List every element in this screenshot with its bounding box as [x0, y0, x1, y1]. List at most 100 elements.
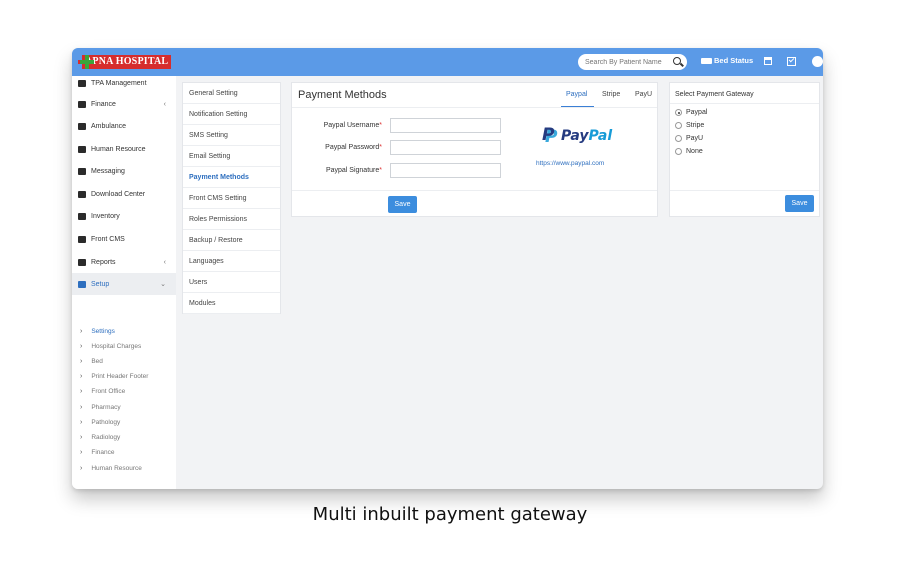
radio[interactable] — [675, 148, 682, 155]
sidebar-item-tpa-management[interactable]: TPA Management — [72, 72, 176, 94]
submenu-item-finance[interactable]: › Finance — [72, 445, 176, 460]
submenu-item-print-header-footer[interactable]: › Print Header Footer — [72, 369, 176, 384]
sidebar-item-setup[interactable]: Setup ⌄ — [72, 273, 176, 295]
tab-payu[interactable]: PayU — [635, 91, 652, 98]
bed-status-label: Bed Status — [714, 56, 754, 65]
submenu-item-label: Print Header Footer — [91, 373, 149, 380]
sidebar-item-label: Human Resource — [91, 145, 146, 153]
sidebar-item-ambulance[interactable]: Ambulance — [72, 115, 176, 137]
settings-menu-item[interactable]: Users — [183, 272, 280, 293]
submenu-item-hospital-charges[interactable]: › Hospital Charges — [72, 339, 176, 354]
settings-menu-item-active[interactable]: Payment Methods — [183, 167, 280, 188]
sidebar-item-label: TPA Management — [91, 79, 147, 87]
settings-menu-item[interactable]: Notification Setting — [183, 104, 280, 125]
divider — [292, 107, 657, 108]
calendar-icon[interactable] — [764, 57, 772, 65]
save-gateway-button[interactable]: Save — [785, 195, 814, 212]
chevron-left-icon: ‹ — [163, 100, 166, 108]
submenu-item-human-resource[interactable]: › Human Resource — [72, 461, 176, 476]
sidebar-item-messaging[interactable]: Messaging — [72, 160, 176, 182]
gateway-option-paypal[interactable]: Paypal — [675, 109, 707, 116]
user-avatar[interactable] — [812, 56, 823, 67]
submenu-item-pathology[interactable]: › Pathology — [72, 415, 176, 430]
sidebar-item-reports[interactable]: Reports ‹ — [72, 251, 176, 273]
settings-menu-item[interactable]: Roles Permissions — [183, 209, 280, 230]
submenu-item-front-office[interactable]: › Front Office — [72, 384, 176, 399]
sidebar-item-front-cms[interactable]: Front CMS — [72, 228, 176, 250]
radio[interactable] — [675, 122, 682, 129]
sidebar-item-inventory[interactable]: Inventory — [72, 205, 176, 227]
chevron-right-icon: › — [80, 388, 83, 395]
panel-title: Payment Methods — [298, 89, 387, 101]
gateway-option-payu[interactable]: PayU — [675, 135, 703, 142]
line-chart-icon — [78, 258, 86, 266]
settings-menu-item[interactable]: Backup / Restore — [183, 230, 280, 251]
settings-menu-item[interactable]: Front CMS Setting — [183, 188, 280, 209]
submenu-item-label: Finance — [91, 449, 115, 456]
logo-text: APNA HOSPITAL — [82, 55, 172, 69]
sidebar-item-label: Inventory — [91, 212, 120, 220]
bed-status-button[interactable]: Bed Status — [701, 56, 753, 65]
sidebar-item-download-center[interactable]: Download Center — [72, 183, 176, 205]
caption: Multi inbuilt payment gateway — [312, 504, 588, 525]
submenu-item-label: Human Resource — [91, 465, 142, 472]
submenu-item-label: Radiology — [91, 434, 121, 441]
ambulance-icon — [78, 122, 86, 130]
gateway-panel-title: Select Payment Gateway — [675, 91, 754, 98]
submenu-item-bed[interactable]: › Bed — [72, 354, 176, 369]
submenu-item-label: Pharmacy — [91, 404, 121, 411]
sidebar-item-label: Finance — [91, 100, 116, 108]
radio[interactable] — [675, 135, 682, 142]
sidebar-item-label: Front CMS — [91, 235, 125, 243]
app-logo[interactable]: APNA HOSPITAL — [78, 54, 172, 70]
sidebar-item-label: Ambulance — [91, 122, 127, 130]
paypal-logo: P P PayPal — [542, 125, 613, 147]
sidebar-item-label: Setup — [91, 280, 110, 288]
settings-menu-item[interactable]: Languages — [183, 251, 280, 272]
payment-methods-panel: Payment Methods Paypal Stripe PayU Paypa… — [291, 82, 658, 217]
sidebar-item-finance[interactable]: Finance ‹ — [72, 93, 176, 115]
settings-menu-item[interactable]: General Setting — [183, 83, 280, 104]
top-navbar: APNA HOSPITAL Bed Status — [72, 48, 823, 76]
paypal-link[interactable]: https://www.paypal.com — [536, 160, 604, 167]
radio-selected[interactable] — [675, 109, 682, 116]
submenu-item-label: Hospital Charges — [91, 343, 142, 350]
submenu-item-radiology[interactable]: › Radiology — [72, 430, 176, 445]
field-label-signature: Paypal Signature* — [325, 167, 382, 174]
chevron-right-icon: › — [80, 465, 83, 472]
settings-menu: General Setting Notification Setting SMS… — [182, 82, 281, 314]
field-label-username: Paypal Username* — [323, 122, 382, 129]
sidebar-item-human-resource[interactable]: Human Resource — [72, 138, 176, 160]
submenu-item-pharmacy[interactable]: › Pharmacy — [72, 400, 176, 415]
sitemap-icon — [78, 145, 86, 153]
chevron-right-icon: › — [80, 373, 83, 380]
settings-menu-item[interactable]: Email Setting — [183, 146, 280, 167]
chevron-right-icon: › — [80, 419, 83, 426]
divider — [670, 103, 819, 104]
umbrella-icon — [78, 79, 86, 87]
settings-menu-item[interactable]: SMS Setting — [183, 125, 280, 146]
field-label-password: Paypal Password* — [325, 144, 382, 151]
submenu-item-settings[interactable]: › Settings — [72, 324, 176, 339]
gateway-option-stripe[interactable]: Stripe — [675, 122, 704, 129]
search-input[interactable] — [585, 58, 665, 66]
tab-paypal[interactable]: Paypal — [566, 91, 587, 98]
submenu-item-label: Bed — [91, 358, 103, 365]
app-window: APNA HOSPITAL Bed Status TPA Management … — [72, 48, 823, 489]
paypal-username-field[interactable] — [390, 118, 501, 133]
chevron-right-icon: › — [80, 449, 83, 456]
tab-stripe[interactable]: Stripe — [602, 91, 620, 98]
search-icon[interactable] — [673, 57, 681, 65]
chevron-right-icon: › — [80, 358, 83, 365]
divider — [670, 190, 819, 191]
bed-icon — [701, 57, 712, 64]
sidebar: TPA Management Finance ‹ Ambulance Human… — [72, 76, 176, 489]
gateway-option-none[interactable]: None — [675, 148, 703, 155]
save-payment-button[interactable]: Save — [388, 196, 417, 213]
settings-menu-item[interactable]: Modules — [183, 293, 280, 314]
paypal-signature-field[interactable] — [390, 163, 501, 178]
paypal-mark-icon: P P — [542, 125, 558, 147]
paypal-password-field[interactable] — [390, 140, 501, 155]
chevron-right-icon: › — [80, 434, 83, 441]
task-check-icon[interactable] — [787, 57, 796, 66]
